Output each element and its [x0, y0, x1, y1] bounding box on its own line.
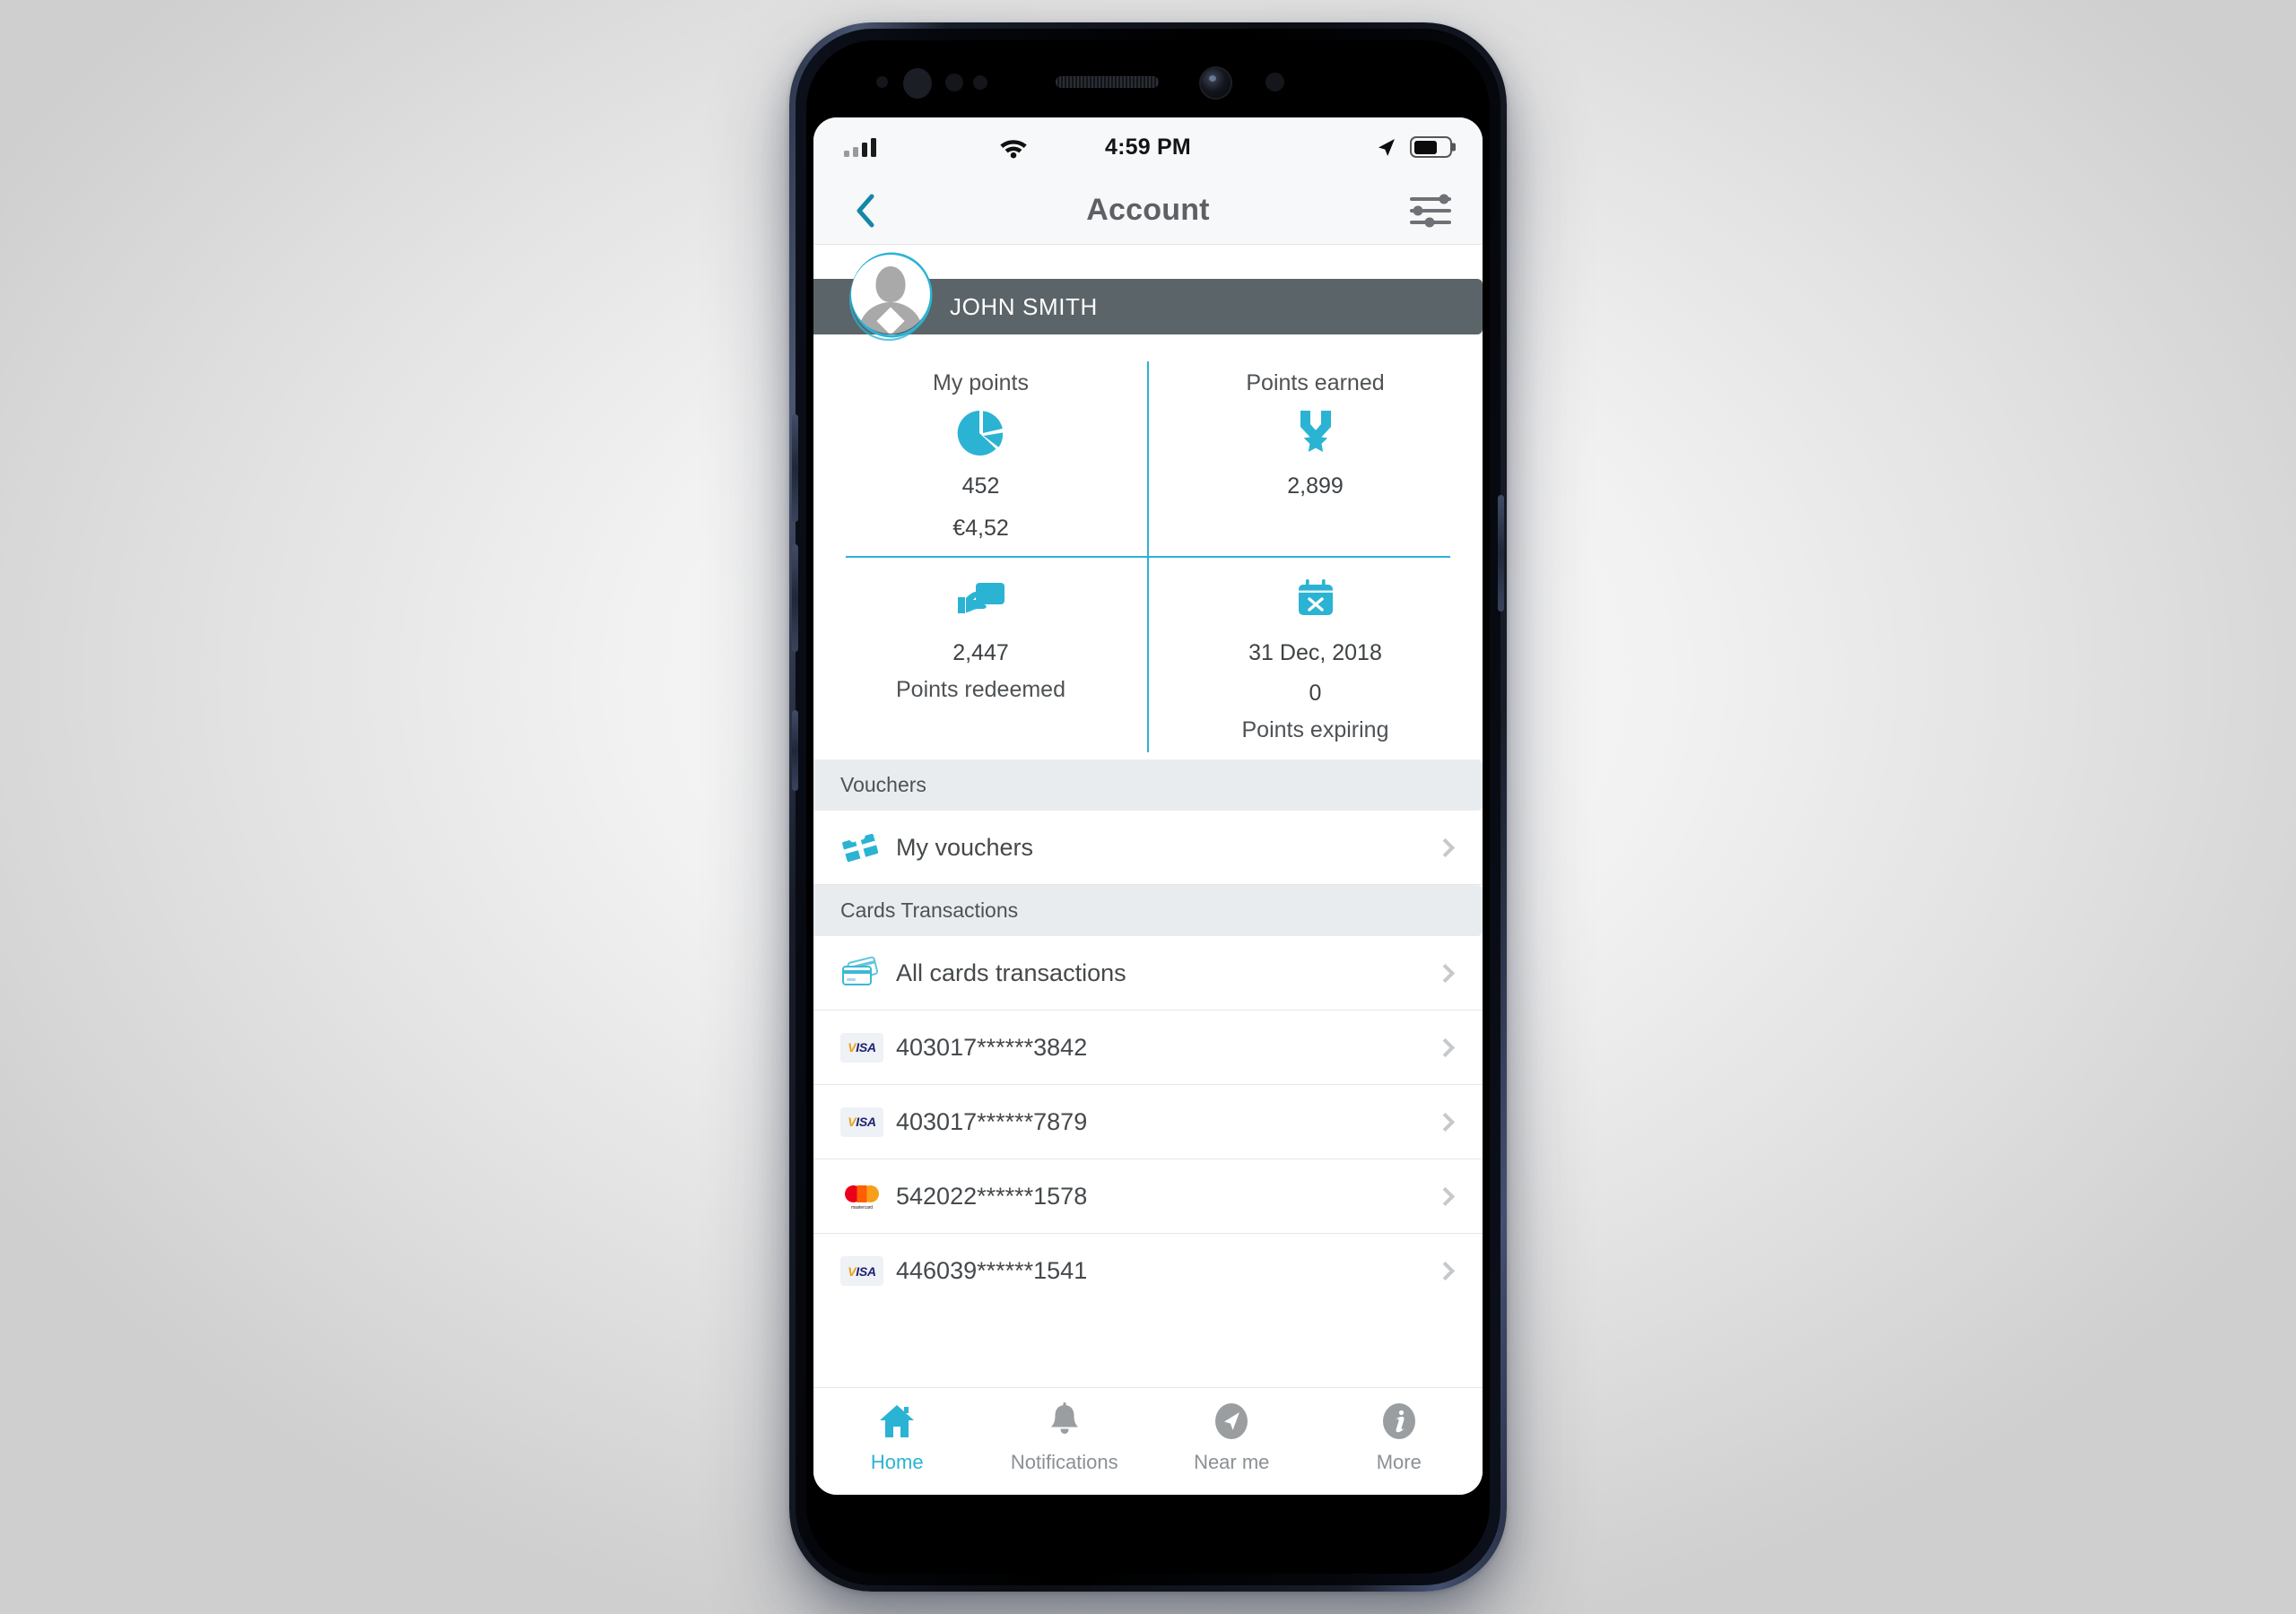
points-cell-points-expiring[interactable]: 31 Dec, 2018 0 Points expiring	[1148, 558, 1483, 759]
wifi-icon	[998, 136, 1029, 159]
points-cell-sub: €4,52	[952, 516, 1009, 541]
phone-inner-frame: 4:59 PM Account JOHN SMITH My points 452…	[792, 29, 1504, 1585]
points-cell-label: My points	[933, 370, 1029, 395]
visa-logo-icon: VISA	[840, 1032, 896, 1063]
phone-screen: 4:59 PM Account JOHN SMITH My points 452…	[813, 117, 1483, 1495]
list-item-card-403017-7879[interactable]: VISA 403017******7879	[813, 1085, 1483, 1159]
back-button[interactable]	[840, 193, 891, 229]
points-cell-value: 31 Dec, 2018	[1248, 640, 1382, 665]
points-cell-label: Points redeemed	[895, 677, 1065, 702]
tab-label: Near me	[1194, 1451, 1270, 1473]
filter-settings-button[interactable]	[1405, 194, 1456, 227]
list-item-my-vouchers[interactable]: My vouchers	[813, 811, 1483, 885]
points-cell-my-points[interactable]: My points 452 €4,52	[813, 356, 1148, 558]
volume-up-button[interactable]	[792, 414, 798, 522]
chevron-right-icon	[1435, 1037, 1456, 1057]
secondary-sensor-icon	[1265, 73, 1284, 91]
visa-logo-icon: VISA	[840, 1106, 896, 1137]
iris-scanner-icon	[903, 68, 932, 99]
pie-chart-icon	[822, 405, 1139, 461]
page-background: 4:59 PM Account JOHN SMITH My points 452…	[0, 0, 2296, 1614]
credit-cards-icon	[840, 955, 896, 991]
chevron-right-icon	[1435, 837, 1456, 857]
status-bar: 4:59 PM	[813, 117, 1483, 177]
tab-near-me[interactable]: Near me	[1148, 1401, 1316, 1474]
list-item-all-cards-transactions[interactable]: All cards transactions	[813, 936, 1483, 1011]
points-cell-points-earned[interactable]: Points earned 2,899	[1148, 356, 1483, 558]
proximity-sensor-icon	[876, 76, 888, 88]
bottom-tab-bar: Home Notifications Near me More	[813, 1387, 1483, 1495]
front-camera-icon	[1201, 68, 1231, 98]
bell-icon	[1048, 1401, 1082, 1442]
tab-home[interactable]: Home	[813, 1401, 981, 1474]
mastercard-logo-icon: mastercard	[840, 1181, 896, 1211]
list-item-card-403017-3842[interactable]: VISA 403017******3842	[813, 1011, 1483, 1085]
points-cell-label: Points expiring	[1241, 717, 1389, 742]
earpiece-speaker-icon	[1056, 76, 1159, 88]
battery-icon	[1410, 136, 1452, 158]
section-header-vouchers: Vouchers	[813, 759, 1483, 811]
medal-icon	[1157, 405, 1474, 461]
points-cell-value: 2,447	[952, 640, 1009, 665]
phone-device-frame: 4:59 PM Account JOHN SMITH My points 452…	[789, 22, 1507, 1592]
page-title: Account	[1086, 193, 1210, 227]
points-summary-grid: My points 452 €4,52 Points earned 2,899 …	[813, 352, 1483, 759]
list-item-label: 542022******1578	[896, 1182, 1088, 1210]
visa-logo-icon: VISA	[840, 1256, 896, 1286]
chevron-left-icon	[857, 194, 874, 227]
location-arrow-icon	[1378, 138, 1395, 156]
list-item-label: 403017******7879	[896, 1107, 1088, 1135]
tab-label: Home	[870, 1451, 924, 1473]
tab-label: Notifications	[1010, 1451, 1118, 1473]
home-icon	[877, 1401, 917, 1442]
status-bar-right-group	[1374, 135, 1452, 160]
profile-header[interactable]: JOHN SMITH	[813, 245, 1483, 352]
list-item-label: 446039******1541	[896, 1257, 1088, 1284]
volume-down-button[interactable]	[792, 544, 798, 652]
list-item-label: My vouchers	[896, 833, 1034, 861]
points-cell-sub: 0	[1309, 681, 1322, 706]
calendar-x-icon	[1157, 572, 1474, 628]
points-cell-label: Points earned	[1246, 370, 1385, 395]
info-circle-icon	[1379, 1401, 1419, 1442]
points-cell-value: 2,899	[1287, 473, 1344, 499]
status-bar-time: 4:59 PM	[1105, 134, 1191, 160]
chevron-right-icon	[1435, 963, 1456, 983]
signal-bars-icon	[844, 137, 876, 157]
navigation-arrow-icon	[1212, 1401, 1251, 1442]
tab-more[interactable]: More	[1316, 1401, 1483, 1474]
tab-notifications[interactable]: Notifications	[981, 1401, 1149, 1474]
list-item-card-446039-1541[interactable]: VISA 446039******1541	[813, 1234, 1483, 1308]
chevron-right-icon	[1435, 1261, 1456, 1281]
chevron-right-icon	[1435, 1186, 1456, 1206]
light-sensor-icon	[945, 74, 963, 91]
tab-label: More	[1376, 1451, 1422, 1473]
list-item-label: All cards transactions	[896, 959, 1126, 986]
gift-icon	[840, 828, 896, 867]
led-indicator-icon	[973, 75, 987, 90]
list-item-label: 403017******3842	[896, 1033, 1088, 1061]
list-item-card-542022-1578[interactable]: mastercard 542022******1578	[813, 1159, 1483, 1234]
hand-card-icon	[822, 572, 1139, 628]
profile-name: JOHN SMITH	[950, 292, 1098, 320]
sliders-icon	[1410, 194, 1451, 204]
power-button[interactable]	[1498, 495, 1504, 612]
account-content: JOHN SMITH My points 452 €4,52 Points ea…	[813, 245, 1483, 1387]
avatar[interactable]	[844, 250, 937, 343]
phone-bezel: 4:59 PM Account JOHN SMITH My points 452…	[806, 40, 1490, 1574]
app-header: Account	[813, 177, 1483, 245]
assistant-button[interactable]	[792, 710, 798, 791]
points-cell-value: 452	[961, 473, 1000, 499]
points-cell-points-redeemed[interactable]: 2,447 Points redeemed	[813, 558, 1148, 759]
chevron-right-icon	[1435, 1112, 1456, 1132]
section-header-cards-transactions: Cards Transactions	[813, 885, 1483, 936]
user-avatar-icon	[851, 255, 930, 334]
